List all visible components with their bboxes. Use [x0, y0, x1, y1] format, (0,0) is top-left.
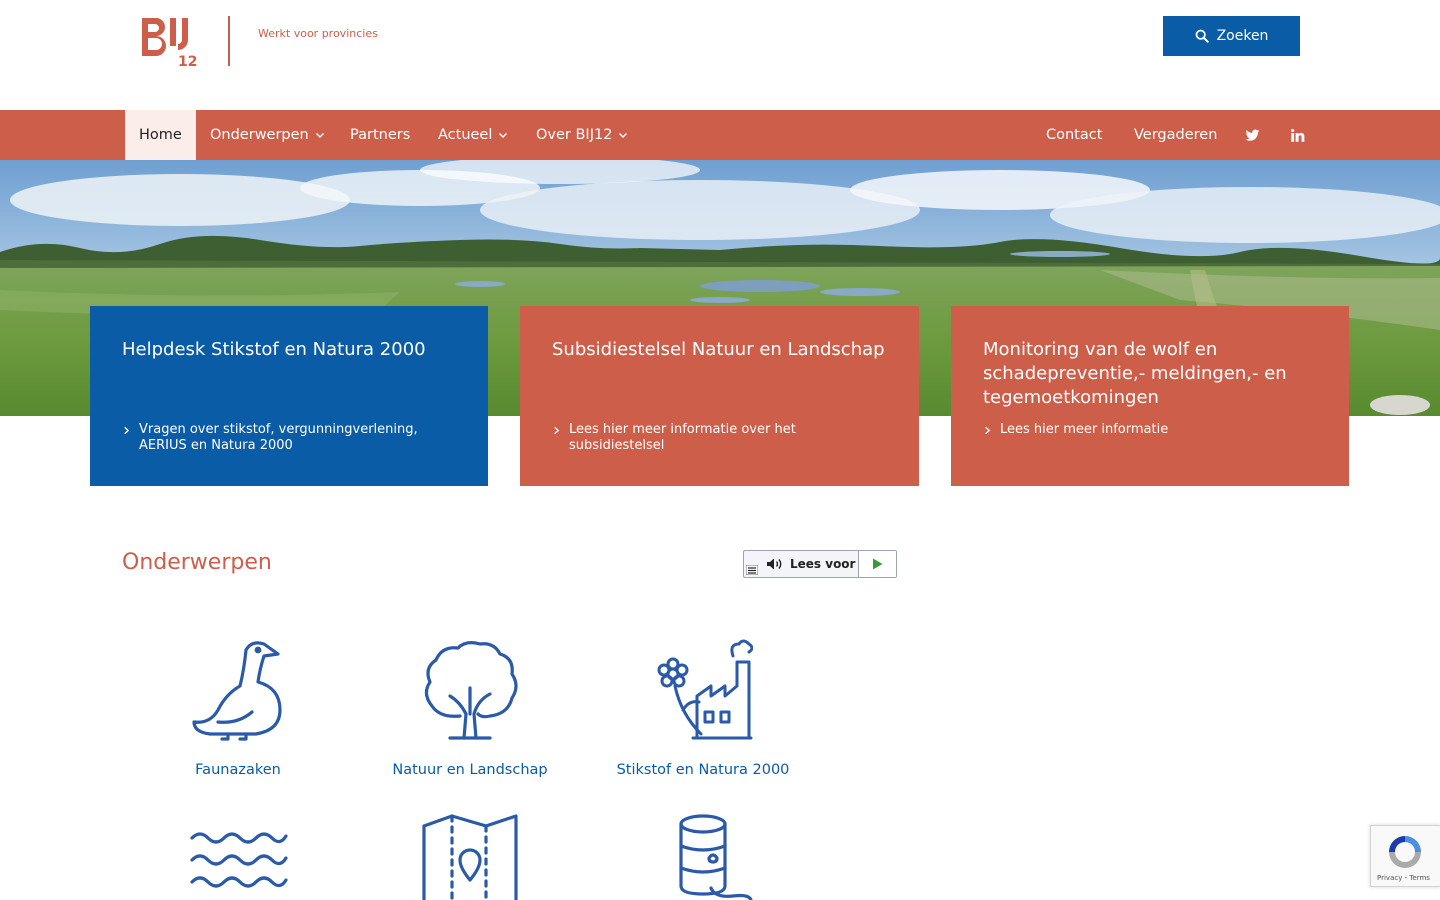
nav-item-label: Home — [139, 127, 182, 143]
topic-water[interactable] — [138, 828, 338, 900]
topic-faunazaken[interactable]: Faunazaken — [138, 638, 338, 778]
twitter-link[interactable] — [1245, 110, 1260, 160]
recaptcha-badge[interactable]: Privacy - Terms — [1370, 825, 1440, 887]
card-title: Subsidiestelsel Natuur en Landschap — [552, 339, 885, 360]
linkedin-icon — [1291, 128, 1305, 142]
main-nav: Home Onderwerpen Partners Actueel Over B… — [0, 110, 1440, 160]
chevron-right-icon — [124, 426, 130, 435]
barrel-spill-icon — [679, 814, 753, 900]
recaptcha-icon — [1389, 836, 1421, 868]
nav-item-contact[interactable]: Contact — [1046, 110, 1102, 160]
topic-bodem[interactable] — [603, 812, 803, 900]
flower-factory-icon — [657, 639, 753, 740]
nav-item-label: Contact — [1046, 127, 1103, 143]
readspeaker-label: Lees voor — [790, 557, 856, 571]
nav-item-onderwerpen[interactable]: Onderwerpen — [210, 110, 325, 160]
menu-icon[interactable] — [746, 565, 758, 575]
topic-stikstof-en-natura-2000[interactable]: Stikstof en Natura 2000 — [603, 638, 803, 778]
logo-divider — [228, 16, 230, 66]
twitter-icon — [1245, 129, 1260, 141]
nav-item-label: Onderwerpen — [210, 127, 309, 143]
nav-item-label: Partners — [350, 127, 411, 143]
topic-natuur-en-landschap[interactable]: Natuur en Landschap — [370, 638, 570, 778]
card-link[interactable]: Lees hier meer informatie — [983, 422, 1309, 438]
chevron-down-icon — [499, 133, 508, 138]
search-button[interactable]: Zoeken — [1163, 16, 1300, 56]
nav-item-partners[interactable]: Partners — [350, 110, 410, 160]
topic-label: Faunazaken — [195, 762, 281, 778]
nav-item-label: Over BIJ12 — [536, 127, 613, 143]
bij12-logo[interactable]: 12 Werkt voor provincies — [140, 16, 380, 68]
water-waves-icon — [190, 832, 288, 888]
card-title: Helpdesk Stikstof en Natura 2000 — [122, 339, 426, 360]
chevron-down-icon — [315, 133, 324, 138]
readspeaker-widget: Lees voor — [743, 550, 897, 578]
chevron-down-icon — [619, 133, 628, 138]
card-link[interactable]: Vragen over stikstof, vergunningverlenin… — [122, 422, 448, 454]
site-header: 12 Werkt voor provincies Zoeken — [0, 0, 1440, 110]
tree-icon — [424, 641, 518, 740]
card-monitoring-wolf[interactable]: Monitoring van de wolf en schadepreventi… — [951, 306, 1349, 486]
readspeaker-play-button[interactable] — [858, 551, 896, 577]
topic-label: Natuur en Landschap — [392, 762, 548, 778]
topic-kaart[interactable] — [370, 812, 570, 900]
speaker-icon — [767, 558, 782, 570]
nav-item-over-bij12[interactable]: Over BIJ12 — [536, 110, 628, 160]
section-title-onderwerpen: Onderwerpen — [122, 550, 272, 575]
card-link[interactable]: Lees hier meer informatie over het subsi… — [552, 422, 879, 454]
linkedin-link[interactable] — [1290, 110, 1305, 160]
search-button-label: Zoeken — [1216, 28, 1269, 44]
readspeaker-listen-button[interactable]: Lees voor — [744, 551, 858, 577]
bij12-logo-mark: 12 — [142, 18, 197, 68]
svg-text:12: 12 — [178, 54, 197, 68]
goose-icon — [192, 641, 282, 741]
nav-item-vergaderen[interactable]: Vergaderen — [1134, 110, 1217, 160]
card-subsidiestelsel[interactable]: Subsidiestelsel Natuur en Landschap Lees… — [520, 306, 919, 486]
card-title: Monitoring van de wolf en schadepreventi… — [983, 339, 1287, 408]
topic-label: Stikstof en Natura 2000 — [616, 762, 790, 778]
nav-item-actueel[interactable]: Actueel — [438, 110, 508, 160]
card-link-text: Lees hier meer informatie over het subsi… — [569, 422, 796, 453]
play-icon — [873, 558, 883, 570]
nav-item-label: Actueel — [438, 127, 493, 143]
map-pin-icon — [422, 814, 518, 900]
nav-item-home[interactable]: Home — [125, 110, 196, 160]
logo-tagline: Werkt voor provincies — [258, 27, 378, 40]
search-icon — [1195, 29, 1209, 43]
chevron-right-icon — [985, 426, 991, 435]
card-link-text: Lees hier meer informatie — [1000, 422, 1169, 437]
nav-item-label: Vergaderen — [1134, 127, 1218, 143]
card-link-text: Vragen over stikstof, vergunningverlenin… — [139, 422, 418, 453]
chevron-right-icon — [554, 426, 560, 435]
card-helpdesk-stikstof[interactable]: Helpdesk Stikstof en Natura 2000 Vragen … — [90, 306, 488, 486]
recaptcha-links[interactable]: Privacy - Terms — [1377, 874, 1430, 882]
